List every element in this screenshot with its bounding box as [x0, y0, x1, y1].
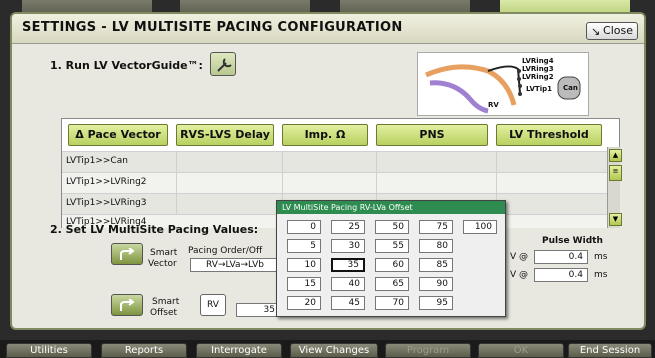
offset-option[interactable]: 5: [287, 239, 321, 253]
smart-offset-label-1: Smart: [152, 297, 180, 307]
rv-box[interactable]: RV: [200, 294, 226, 316]
offset-picker-popup: LV MultiSite Pacing RV-LVa Offset 0 25 5…: [276, 200, 506, 317]
table-row[interactable]: LVTip1>>Can: [62, 151, 607, 173]
pulse-width-label: Pulse Width: [542, 236, 603, 246]
offset-option[interactable]: 50: [375, 220, 409, 234]
pulse-width-field-2[interactable]: 0.4: [534, 268, 588, 282]
scroll-thumb[interactable]: ≡: [609, 165, 622, 181]
offset-option[interactable]: 75: [419, 220, 453, 234]
offset-option[interactable]: 0: [287, 220, 321, 234]
pulse-width-row1-unit: ms: [594, 252, 608, 262]
offset-option[interactable]: 40: [331, 277, 365, 291]
wrench-icon: [217, 58, 232, 72]
smart-offset-label-2: Offset: [150, 308, 178, 318]
step1-label: 1. Run LV VectorGuide™:: [50, 59, 203, 72]
offset-option[interactable]: 10: [287, 258, 321, 272]
step2-label: 2. Set LV MultiSite Pacing Values:: [50, 223, 259, 236]
ok-button[interactable]: OK: [478, 343, 564, 358]
dialog-title: SETTINGS - LV MULTISITE PACING CONFIGURA…: [22, 20, 403, 35]
row-vector-label: LVTip1>>Can: [66, 156, 128, 166]
lvring2-label: LVRing2: [522, 73, 554, 81]
smart-vector-label-1: Smart: [150, 248, 178, 258]
end-session-button[interactable]: End Session: [568, 343, 652, 358]
table-scrollbar[interactable]: ▲ ≡ ▼: [607, 147, 622, 228]
column-lv-threshold[interactable]: LV Threshold: [496, 124, 602, 146]
row-vector-label: LVTip1>>LVRing2: [66, 177, 147, 187]
offset-option[interactable]: 45: [331, 296, 365, 310]
close-arrow-icon: ↘: [591, 25, 601, 38]
pulse-width-row2-prefix: V @: [510, 270, 529, 280]
vectorguide-button[interactable]: [210, 52, 236, 76]
offset-option-selected[interactable]: 35: [331, 258, 365, 272]
dialog-header: SETTINGS - LV MULTISITE PACING CONFIGURA…: [12, 14, 644, 44]
rv-label: RV: [488, 101, 499, 109]
column-rvs-lvs-delay[interactable]: RVS-LVS Delay: [176, 124, 274, 146]
offset-option[interactable]: 25: [331, 220, 365, 234]
offset-option[interactable]: 85: [419, 258, 453, 272]
offset-option[interactable]: 30: [331, 239, 365, 253]
curved-arrow-icon: [120, 299, 135, 311]
row-vector-label: LVTip1>>LVRing3: [66, 198, 147, 208]
smart-vector-button[interactable]: [111, 243, 143, 265]
pulse-width-field-1[interactable]: 0.4: [534, 250, 588, 264]
column-pace-vector[interactable]: Δ Pace Vector: [68, 124, 168, 146]
pulse-width-row2-unit: ms: [594, 270, 608, 280]
pulse-width-row1-prefix: V @: [510, 252, 529, 262]
popup-title: LV MultiSite Pacing RV-LVa Offset: [277, 201, 505, 214]
can-label: Can: [563, 84, 578, 92]
close-button[interactable]: ↘ Close: [586, 22, 638, 40]
program-button[interactable]: Program: [385, 343, 471, 358]
offset-option[interactable]: 20: [287, 296, 321, 310]
scroll-up-icon[interactable]: ▲: [609, 149, 622, 162]
offset-option[interactable]: 80: [419, 239, 453, 253]
lvring4-label: LVRing4: [522, 57, 554, 65]
column-impedance[interactable]: Imp. Ω: [282, 124, 368, 146]
lvring3-label: LVRing3: [522, 65, 554, 73]
close-label: Close: [603, 24, 633, 37]
smart-vector-label-2: Vector: [148, 259, 177, 269]
pacing-order-field[interactable]: RV→LVa→LVb: [190, 258, 280, 272]
rv-label: RV: [207, 300, 219, 310]
offset-option[interactable]: 65: [375, 277, 409, 291]
column-pns[interactable]: PNS: [376, 124, 488, 146]
interrogate-button[interactable]: Interrogate: [196, 343, 282, 358]
scroll-down-icon[interactable]: ▼: [609, 213, 622, 226]
offset-option[interactable]: 15: [287, 277, 321, 291]
utilities-button[interactable]: Utilities: [6, 343, 92, 358]
reports-button[interactable]: Reports: [101, 343, 187, 358]
lvtip1-label: LVTip1: [526, 85, 552, 93]
offset-value-field[interactable]: 35: [236, 303, 280, 317]
offset-option[interactable]: 55: [375, 239, 409, 253]
offset-option[interactable]: 90: [419, 277, 453, 291]
curved-arrow-icon: [120, 248, 135, 260]
offset-option[interactable]: 70: [375, 296, 409, 310]
pacing-order-label: Pacing Order/Off: [188, 246, 263, 256]
smart-offset-button[interactable]: [111, 294, 143, 316]
offset-option[interactable]: 60: [375, 258, 409, 272]
offset-option[interactable]: 100: [463, 220, 497, 234]
lead-diagram: LVRing4 LVRing3 LVRing2 LVTip1 Can RV: [417, 52, 589, 116]
table-row[interactable]: LVTip1>>LVRing2: [62, 172, 607, 194]
view-changes-button[interactable]: View Changes: [290, 343, 378, 358]
offset-option[interactable]: 95: [419, 296, 453, 310]
